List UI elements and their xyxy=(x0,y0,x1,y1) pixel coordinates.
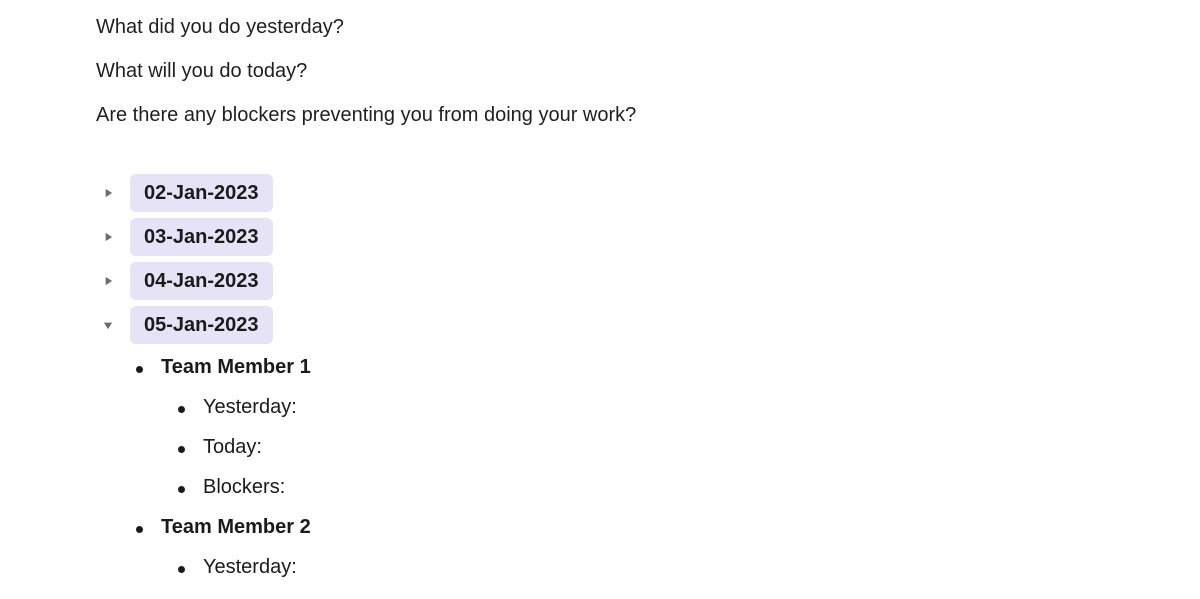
list-item[interactable]: Blockers: xyxy=(178,472,1200,502)
bullet-icon xyxy=(178,446,185,453)
date-toggle-02-jan[interactable]: 02-Jan-2023 xyxy=(96,174,1200,212)
bullet-icon xyxy=(136,366,143,373)
list-item[interactable]: Today: xyxy=(178,432,1200,462)
team-member-name: Team Member 2 xyxy=(161,512,311,542)
list-item[interactable]: Team Member 1 xyxy=(136,352,1200,382)
chevron-down-icon xyxy=(96,313,120,337)
field-blockers: Blockers: xyxy=(203,472,285,502)
expanded-date-content: Team Member 1 Yesterday: Today: Blockers… xyxy=(136,352,1200,582)
field-yesterday: Yesterday: xyxy=(203,552,297,582)
chevron-right-icon xyxy=(96,181,120,205)
list-item[interactable]: Yesterday: xyxy=(178,392,1200,422)
intro-question-2: What will you do today? xyxy=(96,56,1200,86)
date-label: 05-Jan-2023 xyxy=(130,306,273,344)
date-toggle-03-jan[interactable]: 03-Jan-2023 xyxy=(96,218,1200,256)
date-label: 02-Jan-2023 xyxy=(130,174,273,212)
chevron-right-icon xyxy=(96,225,120,249)
bullet-icon xyxy=(178,566,185,573)
team-member-name: Team Member 1 xyxy=(161,352,311,382)
date-label: 04-Jan-2023 xyxy=(130,262,273,300)
date-toggle-04-jan[interactable]: 04-Jan-2023 xyxy=(96,262,1200,300)
bullet-icon xyxy=(178,486,185,493)
bullet-icon xyxy=(178,406,185,413)
field-today: Today: xyxy=(203,432,262,462)
field-yesterday: Yesterday: xyxy=(203,392,297,422)
date-toggle-list: 02-Jan-2023 03-Jan-2023 04-Jan-2023 05-J… xyxy=(96,174,1200,582)
bullet-icon xyxy=(136,526,143,533)
intro-question-3: Are there any blockers preventing you fr… xyxy=(96,100,1200,130)
date-toggle-05-jan[interactable]: 05-Jan-2023 xyxy=(96,306,1200,344)
date-label: 03-Jan-2023 xyxy=(130,218,273,256)
list-item[interactable]: Team Member 2 xyxy=(136,512,1200,542)
list-item[interactable]: Yesterday: xyxy=(178,552,1200,582)
intro-question-1: What did you do yesterday? xyxy=(96,12,1200,42)
chevron-right-icon xyxy=(96,269,120,293)
